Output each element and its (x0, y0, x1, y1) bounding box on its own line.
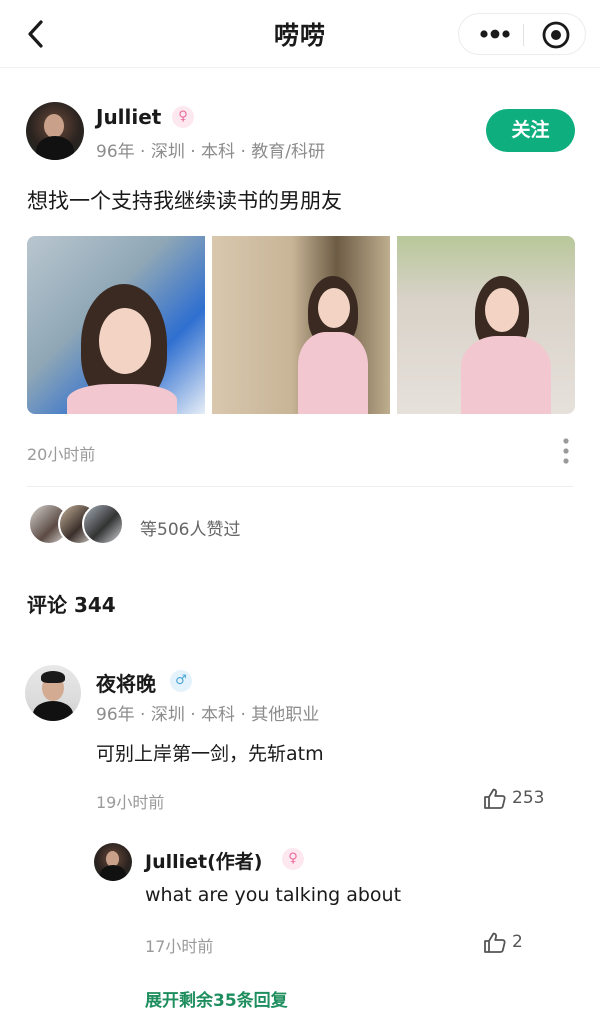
capsule-divider (523, 24, 524, 46)
avatar-body (36, 136, 74, 160)
avatar-face (44, 114, 64, 138)
reply-author-name[interactable]: Julliet(作者) (145, 847, 262, 874)
vertical-more-icon[interactable] (560, 437, 572, 465)
reply-avatar[interactable] (94, 843, 132, 881)
commenter-name[interactable]: 夜将晚 (96, 668, 156, 697)
author-avatar[interactable] (26, 102, 84, 160)
photo-clothing (298, 332, 368, 414)
comment-like-count: 253 (512, 788, 545, 808)
divider (27, 486, 573, 487)
more-dots-icon[interactable] (477, 22, 513, 46)
likes-summary[interactable]: 等506人赞过 (140, 515, 240, 540)
comment-text: 可别上岸第一剑，先斩atm (96, 743, 324, 765)
photo-face (485, 288, 519, 332)
commenter-avatar[interactable] (25, 665, 81, 721)
female-gender-icon: ♀ (172, 106, 194, 128)
expand-replies-link[interactable]: 展开剩余35条回复 (145, 986, 288, 1011)
author-meta: 96年 · 深圳 · 本科 · 教育/科研 (96, 142, 325, 162)
post-photo-3[interactable] (397, 236, 575, 414)
thumbs-up-icon[interactable] (483, 931, 507, 955)
avatar-body (33, 701, 73, 721)
reply-time: 17小时前 (145, 937, 214, 956)
post-text: 想找一个支持我继续读书的男朋友 (27, 189, 342, 213)
post-photo-1[interactable] (27, 236, 205, 414)
avatar-hair (41, 671, 65, 683)
liker-avatar[interactable] (82, 503, 124, 545)
photo-clothing (461, 336, 551, 414)
post-time: 20小时前 (27, 445, 96, 464)
post-photo-2[interactable] (212, 236, 390, 414)
reply-like-count: 2 (512, 932, 523, 952)
target-icon[interactable] (541, 20, 571, 50)
comment-time: 19小时前 (96, 793, 165, 812)
avatar-body (100, 865, 126, 881)
top-bar: 唠唠 (0, 0, 600, 68)
female-gender-icon: ♀ (282, 848, 304, 870)
photo-clothing (67, 384, 177, 414)
mini-program-capsule (458, 13, 586, 55)
author-name[interactable]: Julliet (96, 105, 161, 129)
reply-text: what are you talking about (145, 884, 402, 906)
comments-heading: 评论 344 (27, 593, 116, 617)
thumbs-up-icon[interactable] (483, 787, 507, 811)
photo-face (99, 308, 151, 374)
male-gender-icon: ♂ (170, 670, 192, 692)
commenter-meta: 96年 · 深圳 · 本科 · 其他职业 (96, 705, 320, 725)
photo-face (318, 288, 350, 328)
follow-button[interactable]: 关注 (486, 109, 575, 152)
